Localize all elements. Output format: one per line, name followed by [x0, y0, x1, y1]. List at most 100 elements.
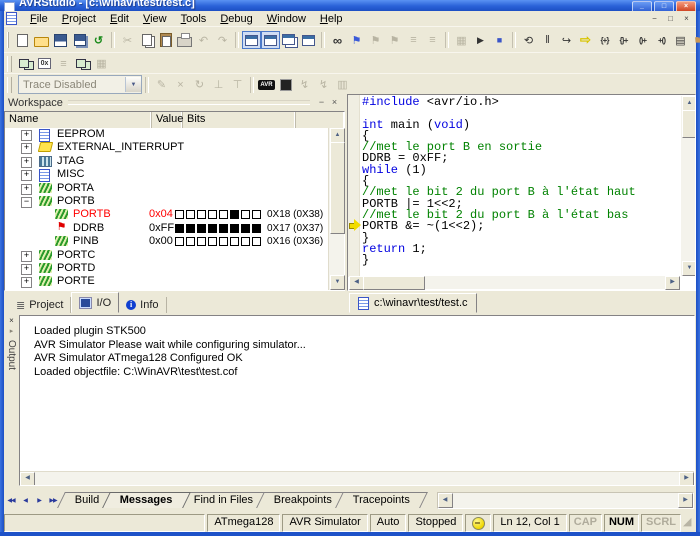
- tree-row-eeprom[interactable]: +EEPROM: [5, 128, 329, 141]
- menu-tools[interactable]: Tools: [174, 12, 214, 26]
- bookmark-prev-button[interactable]: ⚑: [385, 31, 404, 49]
- tab-tracepoints[interactable]: Tracepoints: [336, 492, 429, 508]
- expand-icon[interactable]: +: [21, 277, 32, 288]
- chevron-down-icon[interactable]: ▼: [125, 77, 141, 92]
- menu-help[interactable]: Help: [313, 12, 350, 26]
- hw-debug-button[interactable]: ▥: [333, 76, 352, 94]
- code-line[interactable]: int main (void): [362, 120, 680, 131]
- tree-row-pinb-register[interactable]: PINB0x000X16 (0X36): [5, 235, 329, 248]
- tree-row-portb[interactable]: −PORTB: [5, 195, 329, 208]
- scroll-down-icon[interactable]: ▼: [682, 261, 696, 276]
- tree-row-portc[interactable]: +PORTC: [5, 249, 329, 262]
- new-button[interactable]: [13, 31, 32, 49]
- stop-button[interactable]: ■: [490, 31, 509, 49]
- bit-clear[interactable]: [241, 237, 250, 246]
- tile-windows-button[interactable]: [299, 31, 318, 49]
- menu-project[interactable]: Project: [55, 12, 103, 26]
- output-close-button[interactable]: ×: [6, 316, 17, 327]
- disassembler-view-button[interactable]: ≡: [54, 55, 73, 73]
- trace-out-button[interactable]: ⊤: [228, 76, 247, 94]
- bit-set[interactable]: [230, 210, 239, 219]
- cut-button[interactable]: ✂: [118, 31, 137, 49]
- output-pin-button[interactable]: ▸: [6, 327, 17, 337]
- output-hscrollbar[interactable]: ◀ ▶: [20, 471, 694, 485]
- bit-clear[interactable]: [219, 237, 228, 246]
- indent-button[interactable]: ≡: [404, 31, 423, 49]
- step-over-button[interactable]: {}+: [614, 31, 633, 49]
- io-view-button[interactable]: [16, 55, 35, 73]
- expand-icon[interactable]: +: [21, 264, 32, 275]
- toggle-output-button[interactable]: [261, 31, 280, 49]
- outdent-button[interactable]: ≡: [423, 31, 442, 49]
- scrollbar-thumb[interactable]: [363, 276, 425, 290]
- column-bits[interactable]: Bits: [183, 112, 296, 128]
- undo-button[interactable]: ↶: [194, 31, 213, 49]
- bookmark-next-button[interactable]: ⚑: [366, 31, 385, 49]
- expand-icon[interactable]: +: [21, 157, 32, 168]
- register-view-button[interactable]: ▦: [92, 55, 111, 73]
- maximize-button[interactable]: □: [654, 1, 674, 11]
- bit-clear[interactable]: [197, 210, 206, 219]
- menu-file[interactable]: File: [23, 12, 55, 26]
- save-all-button[interactable]: [70, 31, 89, 49]
- scroll-down-icon[interactable]: ▼: [330, 275, 345, 290]
- scroll-right-icon[interactable]: ▶: [665, 276, 680, 290]
- bit-clear[interactable]: [208, 210, 217, 219]
- print-button[interactable]: [175, 31, 194, 49]
- expand-icon[interactable]: +: [21, 143, 32, 154]
- bit-clear[interactable]: [241, 210, 250, 219]
- bit-set[interactable]: [208, 224, 217, 233]
- bit-set[interactable]: [175, 224, 184, 233]
- redo-button[interactable]: ↷: [213, 31, 232, 49]
- code-line[interactable]: while (1): [362, 165, 680, 176]
- scroll-left-icon[interactable]: ◀: [20, 472, 35, 486]
- resize-grip[interactable]: ◢: [683, 514, 696, 532]
- bit-clear[interactable]: [230, 237, 239, 246]
- chip-button[interactable]: [276, 76, 295, 94]
- bit-set[interactable]: [197, 224, 206, 233]
- prev-tab-button[interactable]: ◀: [18, 493, 32, 507]
- break-button[interactable]: ☛: [690, 31, 700, 49]
- scroll-right-icon[interactable]: ▶: [678, 493, 693, 508]
- minimize-button[interactable]: _: [632, 1, 652, 11]
- tab-info[interactable]: iInfo: [119, 297, 166, 313]
- bit-clear[interactable]: [175, 237, 184, 246]
- code-line[interactable]: }: [362, 255, 680, 266]
- avr-prog-button[interactable]: AVR: [257, 76, 276, 94]
- code-line[interactable]: PORTB &= ~(1<<2);: [362, 221, 680, 232]
- bit-clear[interactable]: [186, 237, 195, 246]
- toolbar-grip[interactable]: [7, 32, 9, 48]
- isp-button[interactable]: ↯: [295, 76, 314, 94]
- menu-debug[interactable]: Debug: [213, 12, 259, 26]
- code-line[interactable]: #include <avr/io.h>: [362, 97, 680, 108]
- show-next-statement-button[interactable]: ⇨: [576, 31, 595, 49]
- scroll-up-icon[interactable]: ▲: [330, 128, 345, 143]
- scroll-right-icon[interactable]: ▶: [679, 472, 694, 486]
- expand-icon[interactable]: +: [21, 251, 32, 262]
- step-into-button[interactable]: {+}: [595, 31, 614, 49]
- tree-row-jtag[interactable]: +JTAG: [5, 155, 329, 168]
- bit-clear[interactable]: [208, 237, 217, 246]
- bit-clear[interactable]: [252, 237, 261, 246]
- column-name[interactable]: Name: [5, 112, 152, 128]
- mdi-close-button[interactable]: ×: [679, 13, 694, 25]
- bit-set[interactable]: [186, 224, 195, 233]
- tree-row-ddrb-register[interactable]: ⚑DDRB0xFF0X17 (0X37): [5, 222, 329, 235]
- first-tab-button[interactable]: ◀◀: [4, 493, 18, 507]
- close-button[interactable]: ×: [676, 1, 696, 11]
- jtag-button[interactable]: ↯: [314, 76, 333, 94]
- mdi-restore-button[interactable]: □: [663, 13, 678, 25]
- next-tab-button[interactable]: ▶: [32, 493, 46, 507]
- workspace-scrollbar[interactable]: ▲ ▼: [328, 128, 344, 290]
- refresh-button[interactable]: ↺: [89, 31, 108, 49]
- tree-row-portd[interactable]: +PORTD: [5, 262, 329, 275]
- trace-clear-button[interactable]: ×: [171, 76, 190, 94]
- cascade-windows-button[interactable]: [280, 31, 299, 49]
- reset-button[interactable]: ⟲: [519, 31, 538, 49]
- bit-clear[interactable]: [186, 210, 195, 219]
- tab-i-o[interactable]: I/O: [71, 292, 119, 313]
- editor-vscrollbar[interactable]: ▲ ▼: [681, 96, 695, 276]
- trace-edit-button[interactable]: ✎: [152, 76, 171, 94]
- tree-row-portb-register[interactable]: PORTB0x040X18 (0X38): [5, 208, 329, 221]
- tree-row-misc[interactable]: +MISC: [5, 168, 329, 181]
